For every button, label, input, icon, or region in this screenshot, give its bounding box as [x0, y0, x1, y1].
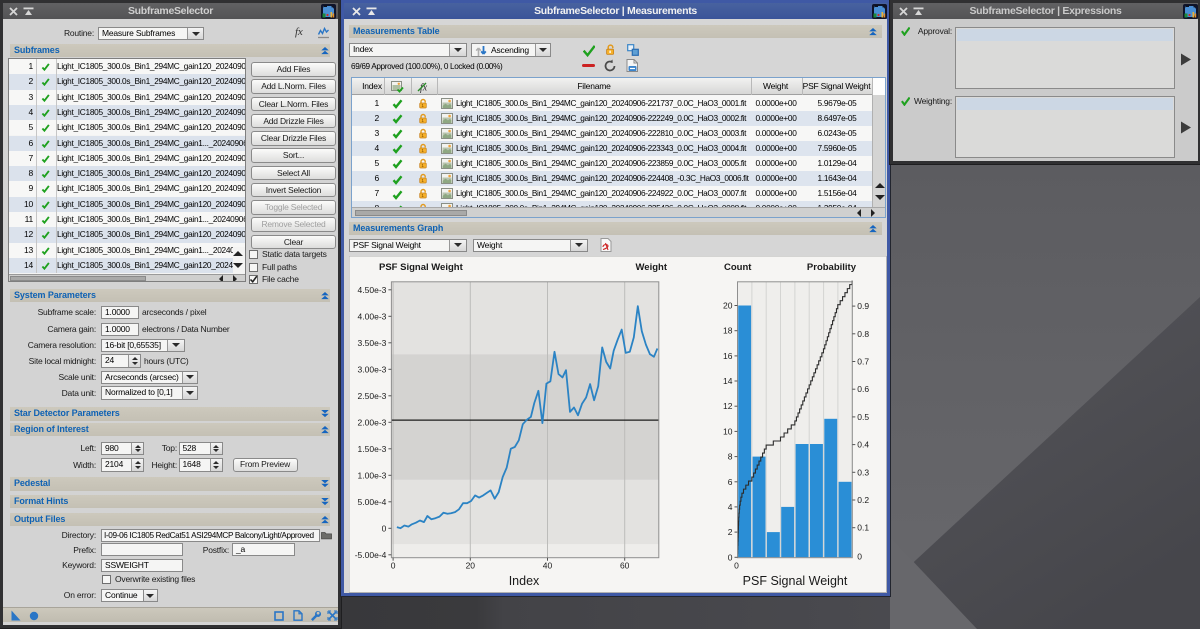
- svg-text:3.50e-3: 3.50e-3: [358, 338, 387, 348]
- svg-text:20: 20: [723, 301, 733, 311]
- svg-text:2.00e-3: 2.00e-3: [358, 417, 387, 427]
- svg-text:0.5: 0.5: [857, 412, 869, 422]
- svg-text:18: 18: [723, 326, 733, 336]
- svg-text:4: 4: [728, 502, 733, 512]
- svg-text:0.3: 0.3: [857, 467, 869, 477]
- svg-text:8: 8: [728, 452, 733, 462]
- svg-text:6: 6: [728, 477, 733, 487]
- svg-text:14: 14: [723, 376, 733, 386]
- svg-text:PSF Signal Weight: PSF Signal Weight: [379, 262, 464, 273]
- svg-text:0: 0: [391, 561, 396, 571]
- svg-text:40: 40: [543, 561, 553, 571]
- svg-text:0.9: 0.9: [857, 301, 869, 311]
- svg-text:0: 0: [734, 561, 739, 571]
- svg-text:1.50e-3: 1.50e-3: [358, 444, 387, 454]
- svg-text:0: 0: [857, 551, 862, 561]
- svg-text:0.8: 0.8: [857, 329, 869, 339]
- svg-text:0: 0: [382, 523, 387, 533]
- svg-text:0.6: 0.6: [857, 384, 869, 394]
- svg-text:20: 20: [466, 561, 476, 571]
- svg-text:Count: Count: [724, 262, 752, 273]
- svg-text:10: 10: [723, 426, 733, 436]
- svg-text:5.00e-4: 5.00e-4: [358, 497, 387, 507]
- svg-text:0: 0: [728, 552, 733, 562]
- svg-text:Weight: Weight: [636, 262, 668, 273]
- svg-text:Index: Index: [509, 574, 540, 588]
- svg-text:-5.00e-4: -5.00e-4: [355, 550, 387, 560]
- svg-text:2: 2: [728, 527, 733, 537]
- svg-text:2.50e-3: 2.50e-3: [358, 391, 387, 401]
- svg-text:4.50e-3: 4.50e-3: [358, 285, 387, 295]
- svg-text:16: 16: [723, 351, 733, 361]
- svg-text:3.00e-3: 3.00e-3: [358, 364, 387, 374]
- svg-text:1.00e-3: 1.00e-3: [358, 470, 387, 480]
- svg-text:0.7: 0.7: [857, 357, 869, 367]
- svg-text:Probability: Probability: [807, 262, 857, 273]
- svg-text:0.4: 0.4: [857, 440, 869, 450]
- svg-text:0.2: 0.2: [857, 495, 869, 505]
- svg-text:PSF Signal Weight: PSF Signal Weight: [743, 574, 848, 588]
- svg-text:0.1: 0.1: [857, 523, 869, 533]
- svg-text:12: 12: [723, 401, 733, 411]
- svg-text:4.00e-3: 4.00e-3: [358, 311, 387, 321]
- svg-text:60: 60: [620, 561, 630, 571]
